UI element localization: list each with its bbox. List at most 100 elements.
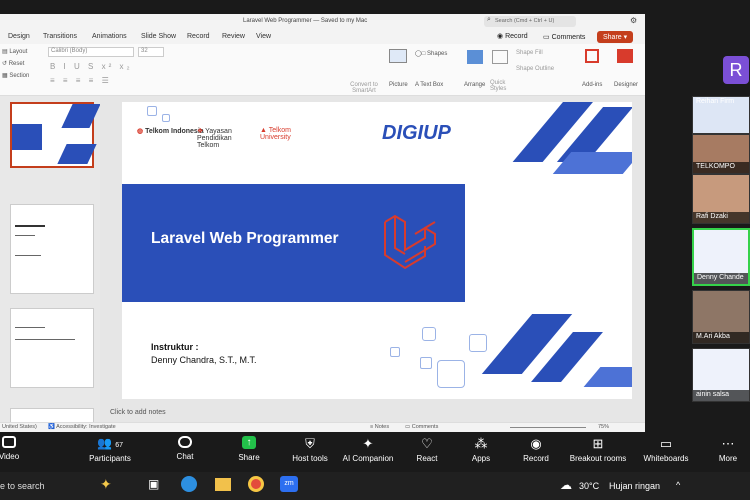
temperature: 30°C	[579, 481, 600, 491]
chat-button[interactable]: Chat	[170, 436, 200, 461]
host-tools-label: Host tools	[292, 454, 328, 463]
grid-icon: ⊞	[592, 436, 604, 451]
notes-placeholder[interactable]: Click to add notes	[110, 409, 166, 416]
shapes-button[interactable]: ◯□ Shapes	[415, 50, 447, 57]
copilot-icon[interactable]	[181, 476, 197, 492]
zoom-slider[interactable]	[510, 427, 586, 428]
arrange-icon[interactable]	[467, 50, 483, 64]
search-box[interactable]: ⌕ Search (Cmd + Ctrl + U)	[484, 16, 576, 27]
accessibility-status[interactable]: ♿ Accessibility: Investigate	[48, 424, 116, 430]
layout-button[interactable]: ▤ Layout	[2, 48, 27, 55]
designer-icon[interactable]	[617, 49, 633, 63]
slide-thumbnail-3[interactable]	[10, 308, 94, 388]
video-button[interactable]: Video	[0, 436, 24, 461]
settings-icon[interactable]: ⚙	[630, 16, 637, 25]
slide-thumbnail-2[interactable]	[10, 204, 94, 294]
ai-companion-button[interactable]: ✦ AI Companion	[340, 436, 396, 463]
taskbar-search[interactable]: e to search	[0, 481, 45, 491]
addins-icon[interactable]	[585, 49, 599, 63]
whiteboards-button[interactable]: ▭ Whiteboards	[640, 436, 692, 463]
shape-outline-button[interactable]: Shape Outline	[516, 66, 554, 72]
task-view-icon[interactable]: ▣	[148, 477, 159, 491]
slide-thumbnail-1[interactable]	[10, 102, 100, 168]
format-buttons[interactable]: B I U S x² x₂	[50, 62, 133, 71]
thumb-blue-block	[12, 124, 42, 150]
tab-transitions[interactable]: Transitions	[43, 33, 77, 40]
notes-button[interactable]: ≡ Notes	[370, 424, 389, 430]
camera-icon	[2, 436, 16, 448]
more-label: More	[718, 454, 738, 463]
record-meeting-label: Record	[523, 454, 549, 463]
thumb-text-line	[15, 225, 45, 227]
paragraph-buttons[interactable]: ≡ ≡ ≡ ≡ ☰	[50, 76, 112, 85]
title-block: Laravel Web Programmer	[122, 184, 465, 302]
comments-status-button[interactable]: ▭ Comments	[405, 424, 438, 430]
tab-animations[interactable]: Animations	[92, 33, 127, 40]
convert-smartart-button[interactable]: Convert to SmartArt	[346, 82, 382, 94]
share-screen-button[interactable]: ↑ Share	[234, 436, 264, 462]
whiteboards-label: Whiteboards	[643, 454, 689, 463]
share-label: Share	[603, 34, 622, 41]
share-button[interactable]: Share ▾	[597, 31, 634, 43]
slide-thumbnail-4[interactable]	[10, 408, 94, 422]
zoom-app-icon[interactable]: zm	[280, 476, 298, 492]
more-button[interactable]: ⋯ More	[714, 436, 742, 463]
reset-button[interactable]: ↺ Reset	[2, 60, 24, 67]
shield-icon: ⛨	[305, 436, 315, 451]
tab-slide-show[interactable]: Slide Show	[141, 33, 176, 40]
picture-icon[interactable]	[389, 49, 407, 63]
ai-companion-label: AI Companion	[342, 454, 394, 463]
chat-icon	[178, 436, 192, 448]
record-button[interactable]: ◉ Record	[497, 32, 528, 40]
accessibility-label: Accessibility: Investigate	[56, 424, 116, 430]
status-bar: United States) ♿ Accessibility: Investig…	[0, 422, 645, 432]
quick-styles-icon[interactable]	[492, 50, 508, 64]
comments-button[interactable]: ▭ Comments	[543, 33, 585, 41]
people-icon: 👥 67	[96, 436, 124, 450]
shape-fill-button[interactable]: Shape Fill	[516, 50, 543, 56]
logo-digiup: DIGIUP	[382, 122, 451, 144]
host-tools-button[interactable]: ⛨ Host tools	[288, 436, 332, 463]
participant-tile-4[interactable]: Denny Chande	[692, 228, 750, 286]
chevron-up-icon[interactable]: ^	[676, 480, 680, 490]
participants-count: 67	[115, 442, 124, 449]
thumb-text-line	[15, 235, 35, 236]
participant-tile-6[interactable]: ainin salsa	[692, 348, 750, 402]
font-size-select[interactable]: 32	[138, 47, 164, 57]
ribbon-tabs: Design Transitions Animations Slide Show…	[0, 30, 645, 44]
apps-button[interactable]: ⁂ Apps	[468, 436, 494, 463]
tab-design[interactable]: Design	[8, 33, 30, 40]
participants-button[interactable]: 👥 67 Participants	[86, 436, 134, 463]
record-meeting-button[interactable]: ◉ Record	[521, 436, 551, 463]
chrome-icon[interactable]	[248, 476, 264, 492]
participant-tile-2[interactable]: TELKOMPO	[692, 134, 750, 174]
font-select[interactable]: Calibri (Body)	[48, 47, 134, 57]
file-explorer-icon[interactable]	[215, 478, 231, 491]
participant-tile-3[interactable]: Rafi Dzaki	[692, 174, 750, 224]
slide-title: Laravel Web Programmer	[151, 230, 339, 247]
participant-tile-5[interactable]: M.Ari Akba	[692, 290, 750, 344]
participant-name: Rafi Dzaki	[693, 212, 749, 223]
share-screen-icon: ↑	[242, 436, 256, 449]
decor-square	[390, 347, 400, 357]
participant-tile-1[interactable]: Reihan Firm	[692, 96, 750, 134]
laravel-logo-icon	[384, 214, 436, 270]
sparkle-icon: ✦	[362, 436, 374, 451]
addins-label: Add-ins	[582, 82, 603, 88]
tab-record[interactable]: Record	[187, 33, 210, 40]
widget-icon[interactable]: ✦	[100, 476, 112, 493]
layout-label: Layout	[9, 49, 28, 55]
weather-icon: ☁	[560, 478, 572, 492]
textbox-button[interactable]: A Text Box	[415, 82, 443, 88]
react-label: React	[416, 454, 438, 463]
react-button[interactable]: ♡ React	[414, 436, 440, 463]
breakout-rooms-button[interactable]: ⊞ Breakout rooms	[566, 436, 630, 463]
participant-name: Denny Chande	[694, 273, 748, 284]
tab-view[interactable]: View	[256, 33, 271, 40]
tab-review[interactable]: Review	[222, 33, 245, 40]
zoom-level[interactable]: 75%	[598, 424, 609, 430]
whiteboard-icon: ▭	[659, 436, 673, 451]
language-status[interactable]: United States)	[2, 424, 37, 430]
slide[interactable]: ◍ Telkom Indonesia ❖ Yayasan Pendidikan …	[122, 102, 632, 399]
section-button[interactable]: ▦ Section	[2, 72, 29, 79]
